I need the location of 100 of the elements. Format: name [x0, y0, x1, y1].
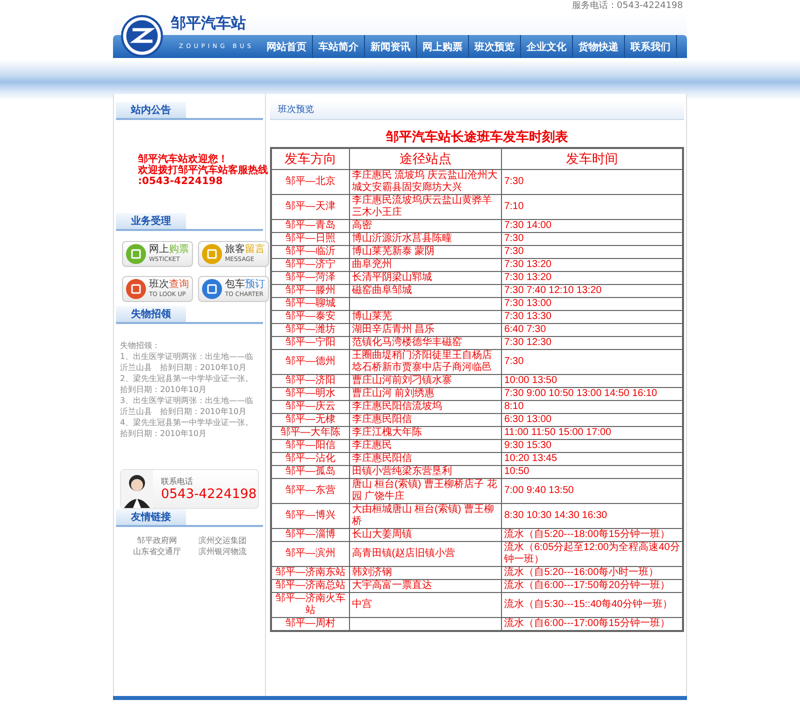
lost-item: 3、出生医学证明两张：出生地——临沂兰山县 拾到日期：2010年10月 — [120, 395, 254, 417]
table-cell: 邹平—宁阳 — [271, 336, 350, 350]
table-cell: 李庄江槐大年陈 — [349, 426, 502, 440]
friend-link[interactable]: 山东省交通厅 — [124, 546, 190, 557]
table-cell: 高青田镇(赵店旧镇小营 — [349, 542, 502, 566]
table-cell: 高密 — [349, 220, 502, 232]
table-cell: 湖田辛店青州 昌乐 — [349, 324, 502, 336]
table-cell: 邹平—青岛 — [271, 220, 350, 232]
table-cell: 7:30 13:20 — [502, 258, 683, 272]
table-cell: 7:30 13:00 — [502, 298, 683, 310]
table-cell: 7:30 12:30 — [502, 336, 683, 350]
table-cell: 李庄惠民阳信 — [349, 414, 502, 426]
service-phone: 服务电话：0543-4224198 — [572, 0, 683, 12]
nav-link[interactable]: 班次预览 — [469, 35, 521, 58]
column-header: 途径站点 — [349, 148, 502, 170]
lost-intro: 失物招领： — [120, 340, 161, 351]
table-cell: 邹平—北京 — [271, 170, 350, 194]
table-cell: 李庄惠民 — [349, 440, 502, 452]
friend-link[interactable]: 滨州银河物流 — [190, 546, 255, 557]
table-cell: 博山莱芜 — [349, 310, 502, 324]
table-cell: 大由桓城唐山 桓台(索镇) 曹王柳桥 — [349, 504, 502, 528]
friend-link[interactable]: 邹平政府网 — [124, 535, 190, 546]
table-cell: 7:30 13:20 — [502, 272, 683, 284]
nav-link[interactable]: 新闻资讯 — [365, 35, 417, 58]
table-cell: 邹平—天津 — [271, 194, 350, 220]
table-cell: 唐山 桓台(索镇) 曹王柳桥店子 花园 广饶牛庄 — [349, 478, 502, 504]
table-cell: 7:30 7:40 12:10 13:20 — [502, 284, 683, 298]
table-cell: 邹平—大年陈 — [271, 426, 350, 440]
table-cell: 邹平—滕州 — [271, 284, 350, 298]
table-cell: 流水（自5:20---16:00每小时一班） — [502, 566, 683, 580]
table-cell: 邹平—潍坊 — [271, 324, 350, 336]
table-cell: 7:30 14:00 — [502, 220, 683, 232]
nav-link[interactable]: 网上购票 — [417, 35, 469, 58]
section-title: 业务受理 — [116, 213, 186, 229]
nav-link[interactable]: 联系我们 — [625, 35, 677, 58]
table-cell: 11:00 11:50 15:00 17:00 — [502, 426, 683, 440]
table-cell: 长清平阴梁山郓城 — [349, 272, 502, 284]
notice-text: 邹平汽车站欢迎您！ — [138, 154, 228, 165]
table-cell: 范镇化马湾楼德华丰磁窑 — [349, 336, 502, 350]
table-cell: 邹平—泰安 — [271, 310, 350, 324]
table-cell: 9:30 15:30 — [502, 440, 683, 452]
site-name: 邹平汽车站 — [171, 14, 246, 33]
table-cell: 邹平—无棣 — [271, 414, 350, 426]
table-cell: 6:30 13:00 — [502, 414, 683, 426]
table-cell: 7:30 — [502, 246, 683, 258]
table-cell: 邹平—滨州 — [271, 542, 350, 566]
table-cell: 8:10 — [502, 400, 683, 414]
table-cell: 7:30 9:00 10:50 13:00 14:50 16:10 — [502, 388, 683, 400]
table-cell: 长山大姜周镇 — [349, 528, 502, 542]
column-header: 发车方向 — [271, 148, 350, 170]
nav-link[interactable]: 货物快递 — [573, 35, 625, 58]
table-cell: 邹平—德州 — [271, 350, 350, 374]
table-title: 邹平汽车站长途班车发车时刻表 — [384, 128, 569, 146]
contact-label: 联系电话 — [161, 476, 194, 487]
table-cell: 博山沂源沂水莒县陈疃 — [349, 232, 502, 246]
table-cell: 邹平—济南总站 — [271, 580, 350, 592]
friend-link[interactable]: 滨州交运集团 — [190, 535, 255, 546]
nav-link[interactable]: 网站首页 — [261, 35, 313, 58]
table-cell: 10:50 — [502, 466, 683, 478]
table-cell: 流水（6:05分起至12:00为全程高速40分钟一班） — [502, 542, 683, 566]
table-cell: 曹庄山河前刘刁镇水寨 — [349, 374, 502, 388]
table-cell: 磁窑曲阜邹城 — [349, 284, 502, 298]
table-cell: 7:30 — [502, 232, 683, 246]
table-cell: 邹平—东营 — [271, 478, 350, 504]
table-cell: 7:30 13:30 — [502, 310, 683, 324]
lost-item: 1、出生医学证明两张：出生地——临沂兰山县 拾到日期：2010年10月 — [120, 351, 254, 373]
table-cell: 10:00 13:50 — [502, 374, 683, 388]
table-cell: 大宇高富一票直达 — [349, 580, 502, 592]
table-cell: 6:40 7:30 — [502, 324, 683, 336]
lost-item: 2、梁先生冠县第一中学毕业证一张。拾到日期：2010年10月 — [120, 373, 254, 395]
section-title: 友情链接 — [116, 509, 186, 525]
table-cell: 邹平—菏泽 — [271, 272, 350, 284]
table-cell: 邹平—济南火车站 — [271, 592, 350, 618]
table-cell: 李庄惠民阳信 — [349, 452, 502, 466]
contact-phone: 0543-4224198 — [161, 487, 257, 502]
table-cell: 邹平—济南东站 — [271, 566, 350, 580]
nav-link[interactable]: 企业文化 — [521, 35, 573, 58]
nav-link[interactable]: 车站简介 — [313, 35, 365, 58]
table-cell: 韩刘济钢 — [349, 566, 502, 580]
table-cell: 邹平—淄博 — [271, 528, 350, 542]
section-title: 失物招领 — [116, 306, 186, 322]
table-cell: 邹平—阳信 — [271, 440, 350, 452]
table-cell: 邹平—济阳 — [271, 374, 350, 388]
table-cell: 邹平—临沂 — [271, 246, 350, 258]
table-cell: 王圈曲堤稍门济阳徒里王自杨店埝石桥新市贾寨中店子商河临邑 — [349, 350, 502, 374]
table-cell: 李庄惠民流坡坞庆云盐山黄骅羊三木小王庄 — [349, 194, 502, 220]
table-cell: 曲阜兖州 — [349, 258, 502, 272]
table-cell: 中宫 — [349, 592, 502, 618]
table-cell: 李庄惠民 流坡坞 庆云盐山沧州大城文安霸县固安廊坊大兴 — [349, 170, 502, 194]
table-cell: 邹平—明水 — [271, 388, 350, 400]
table-cell: 邹平—庆云 — [271, 400, 350, 414]
table-cell: 流水（自5:20---18:00每15分钟一班） — [502, 528, 683, 542]
table-cell: 邹平—沾化 — [271, 452, 350, 466]
table-cell: 曹庄山河 前刘绣惠 — [349, 388, 502, 400]
table-cell: 李庄惠民阳信流坡坞 — [349, 400, 502, 414]
table-cell: 10:20 13:45 — [502, 452, 683, 466]
lost-item: 4、梁先生冠县第一中学毕业证一张。拾到日期：2010年10月 — [120, 417, 254, 439]
table-cell: 博山莱芜新泰 蒙阴 — [349, 246, 502, 258]
table-cell: 邹平—孤岛 — [271, 466, 350, 478]
table-cell: 田镇小营纯梁东营垦利 — [349, 466, 502, 478]
